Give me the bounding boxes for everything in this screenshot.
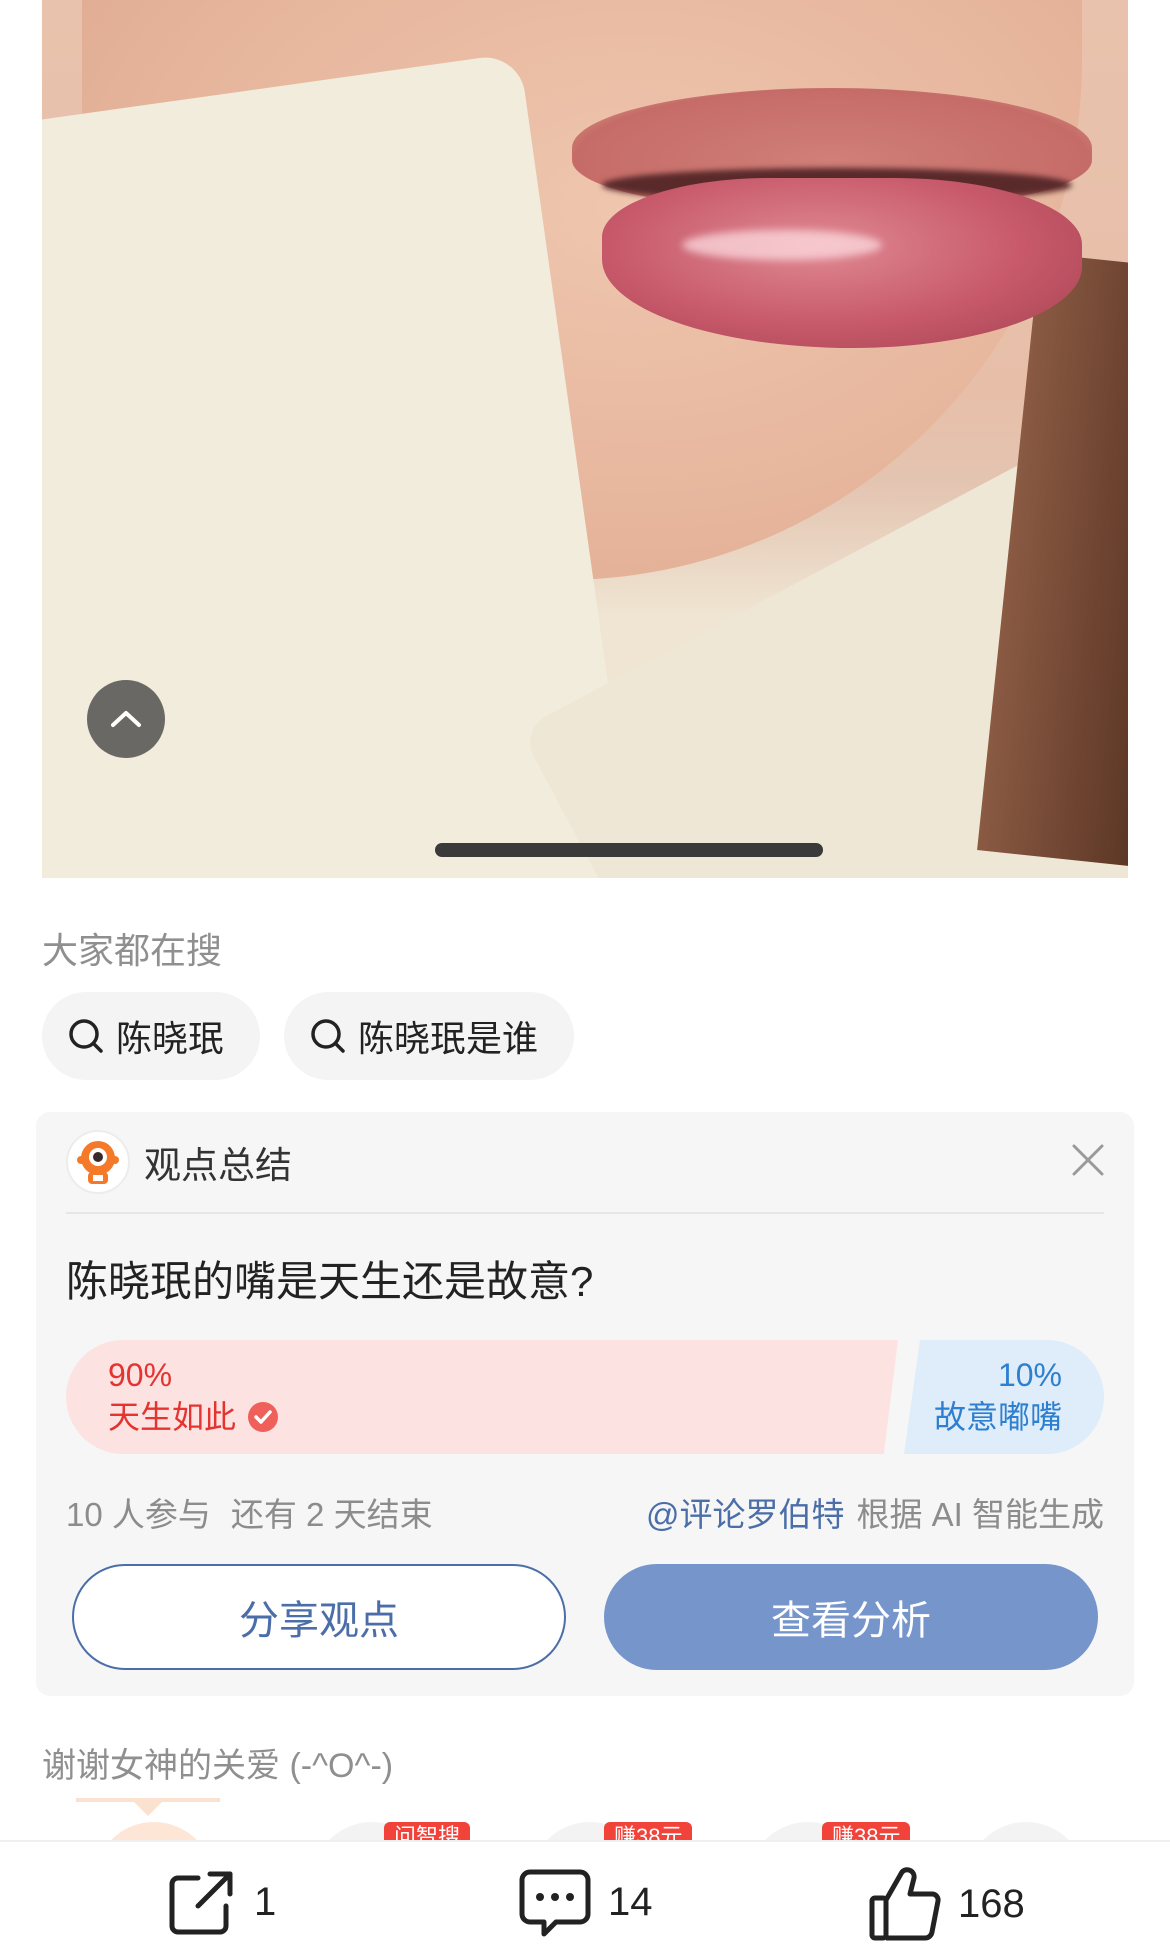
poll-question: 陈晓珉的嘴是天生还是故意? xyxy=(66,1258,594,1305)
search-icon xyxy=(69,1019,103,1053)
poll-option-natural[interactable]: 90% 天生如此 xyxy=(66,1340,898,1454)
thumbs-up-icon xyxy=(869,1867,941,1941)
search-suggestions: 陈晓珉 陈晓珉是谁 xyxy=(42,992,575,1080)
like-button[interactable]: 168 xyxy=(866,1864,1025,1944)
home-indicator xyxy=(435,843,823,857)
view-analysis-button[interactable]: 查看分析 xyxy=(604,1564,1098,1670)
share-icon xyxy=(169,1871,233,1935)
chevron-up-icon xyxy=(111,711,141,727)
search-suggestion-chip[interactable]: 陈晓珉 xyxy=(42,992,261,1080)
poll-option-label: 故意嘟嘴 xyxy=(933,1399,1062,1435)
poll-meta: 10 人参与 还有 2 天结束 xyxy=(66,1488,433,1536)
close-card-button[interactable] xyxy=(1068,1140,1108,1180)
search-suggestion-label: 陈晓珉 xyxy=(116,1018,225,1059)
participant-count: 10 人参与 xyxy=(66,1496,211,1533)
share-opinion-button[interactable]: 分享观点 xyxy=(72,1564,566,1670)
gift-item[interactable] xyxy=(966,1822,1086,1840)
poll-option-percent: 10% xyxy=(997,1357,1062,1393)
search-section-title: 大家都在搜 xyxy=(42,930,223,971)
card-title: 观点总结 xyxy=(144,1145,292,1186)
poll-bar: 90% 天生如此 10% 故意嘟嘴 xyxy=(66,1340,1104,1454)
search-suggestion-label: 陈晓珉是谁 xyxy=(358,1018,539,1059)
opinion-summary-card: 观点总结 陈晓珉的嘴是天生还是故意? 90% 天生如此 10% 故意嘟嘴 10 … xyxy=(36,1112,1134,1696)
robot-avatar-icon xyxy=(66,1130,130,1194)
bottom-action-bar: 1 14 168 xyxy=(0,1840,1170,1954)
card-divider xyxy=(66,1212,1104,1214)
poll-option-percent: 90% xyxy=(108,1357,173,1393)
mention-link[interactable]: @评论罗伯特 xyxy=(646,1496,845,1533)
photo-lip-shine xyxy=(682,230,882,260)
search-icon xyxy=(311,1019,345,1053)
gift-tag: 问智搜 xyxy=(384,1822,471,1840)
scroll-to-top-button[interactable] xyxy=(87,680,165,758)
gift-row: 问智搜 赚38元 赚38元 xyxy=(0,1790,1170,1840)
check-circle-icon xyxy=(248,1402,279,1432)
poll-option-intentional[interactable]: 10% 故意嘟嘴 xyxy=(904,1340,1104,1454)
gift-tag: 赚38元 xyxy=(604,1822,693,1840)
ai-attribution: @评论罗伯特 根据 AI 智能生成 xyxy=(646,1488,1104,1536)
gift-tag: 赚38元 xyxy=(822,1822,911,1840)
like-count: 168 xyxy=(958,1881,1025,1926)
post-photo[interactable] xyxy=(42,0,1128,878)
search-suggestion-chip[interactable]: 陈晓珉是谁 xyxy=(284,992,575,1080)
close-icon xyxy=(1072,1144,1104,1176)
share-button[interactable]: 1 xyxy=(164,1864,276,1940)
gift-pointer xyxy=(76,1798,220,1816)
comment-icon xyxy=(519,1869,591,1937)
comment-button[interactable]: 14 xyxy=(516,1864,653,1940)
ai-generated-note: 根据 AI 智能生成 xyxy=(856,1496,1104,1533)
time-remaining: 还有 2 天结束 xyxy=(230,1496,433,1533)
gift-item[interactable] xyxy=(94,1822,214,1840)
poll-option-label: 天生如此 xyxy=(108,1399,237,1435)
thanks-text: 谢谢女神的关爱 (-^O^-) xyxy=(42,1747,394,1785)
comment-count: 14 xyxy=(608,1879,653,1924)
card-header: 观点总结 xyxy=(66,1130,292,1194)
share-count: 1 xyxy=(254,1879,277,1924)
